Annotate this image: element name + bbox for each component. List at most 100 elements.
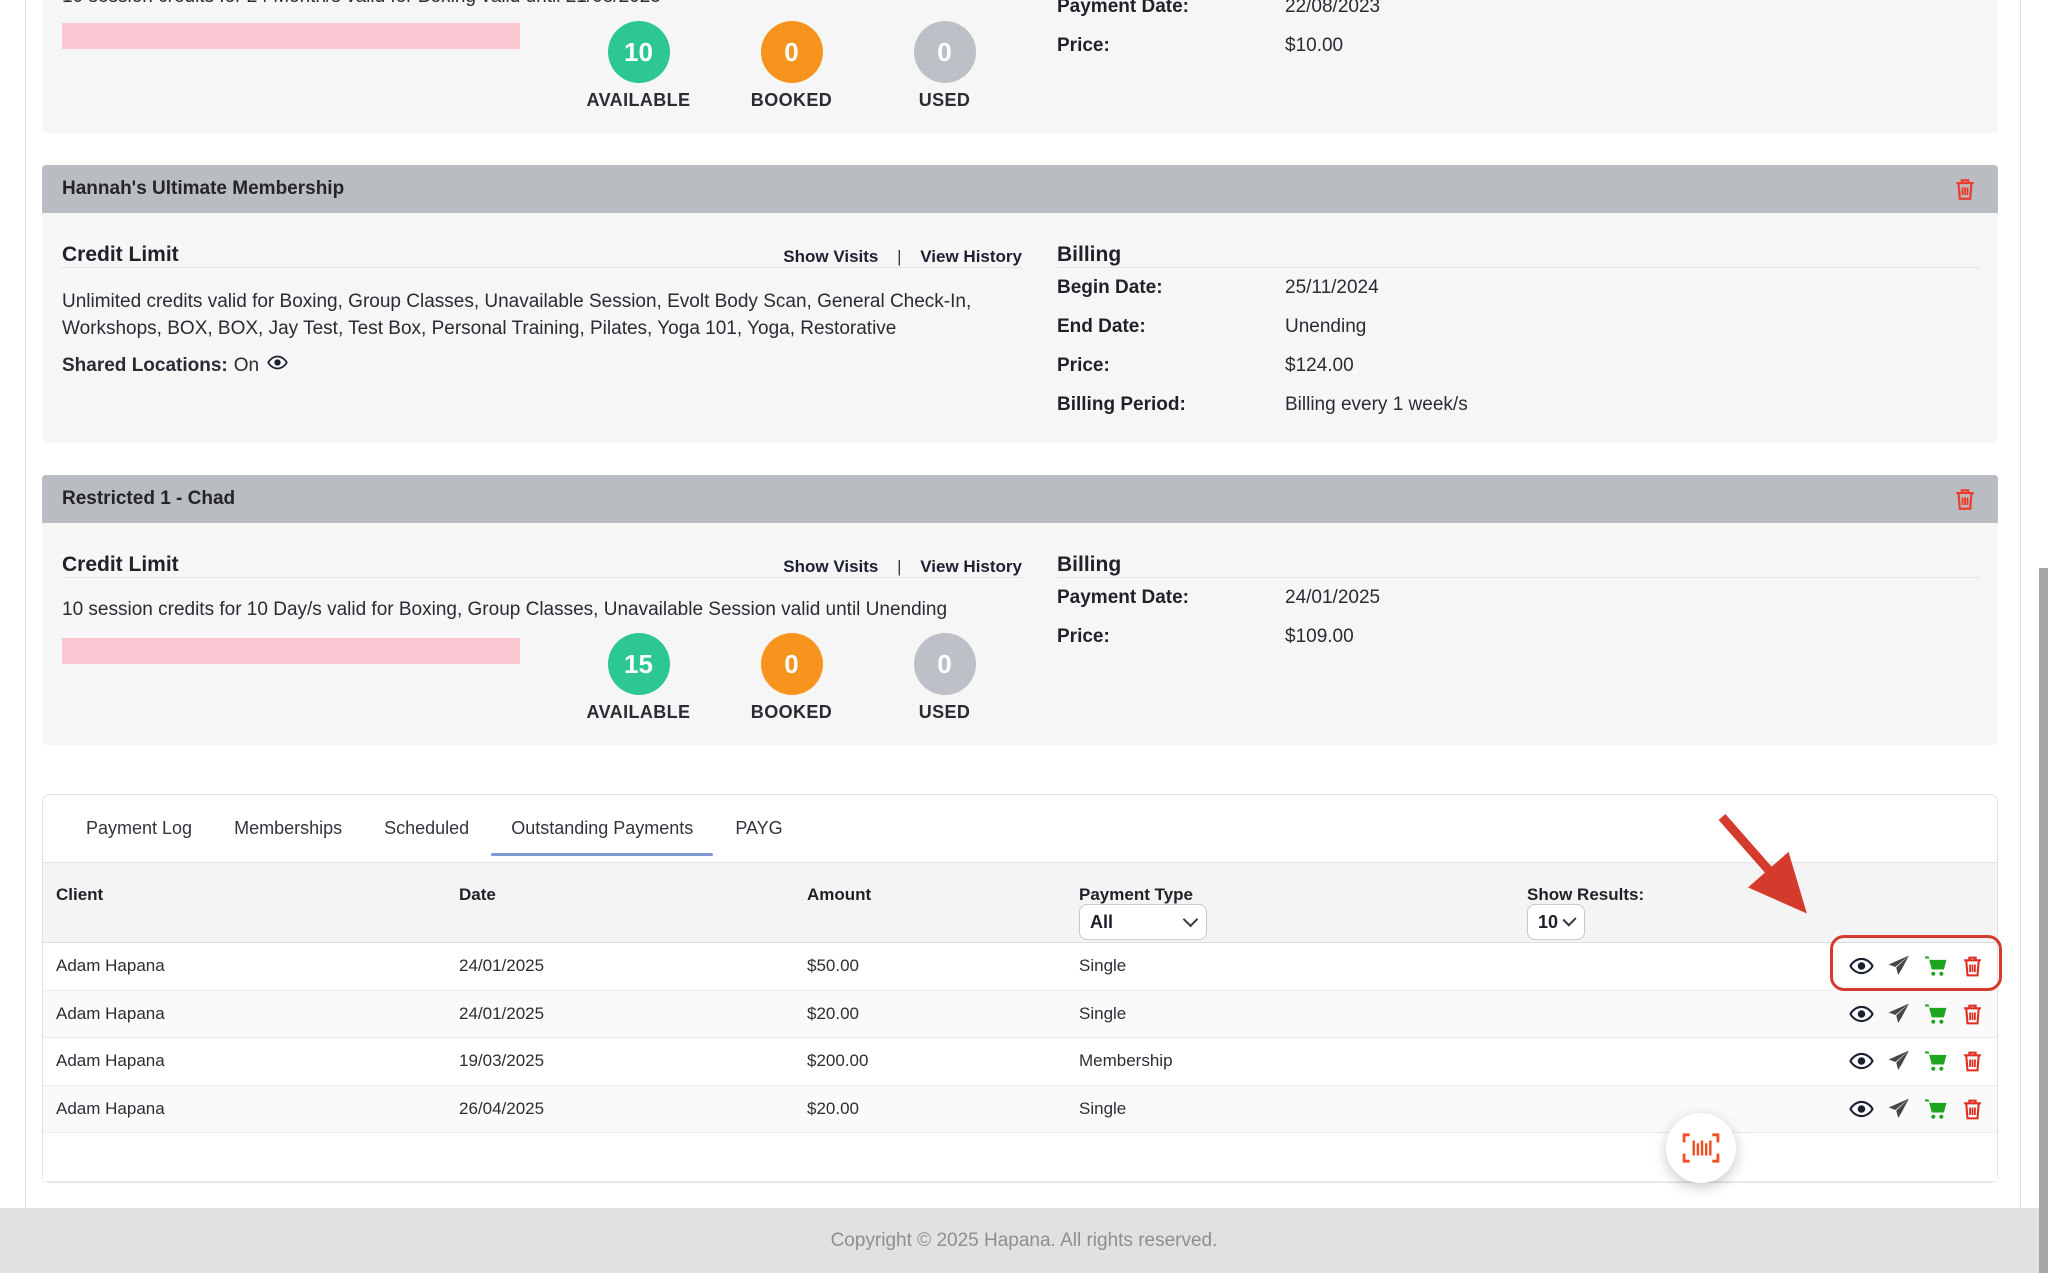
membership-card-hannah: Hannah's Ultimate Membership Credit Limi…	[42, 165, 1998, 443]
link-separator: |	[897, 557, 901, 576]
billing-value: 24/01/2025	[1285, 587, 1380, 609]
tab-scheduled[interactable]: Scheduled	[384, 795, 469, 862]
billing-label: End Date:	[1057, 316, 1285, 338]
chevron-down-icon	[1183, 912, 1199, 928]
billing-label: Begin Date:	[1057, 277, 1285, 299]
delete-membership-icon[interactable]	[1952, 486, 1978, 517]
view-payment-icon[interactable]	[1849, 1001, 1874, 1026]
view-payment-icon[interactable]	[1849, 1096, 1874, 1121]
billing-row: Begin Date: 25/11/2024	[1057, 268, 1980, 307]
barcode-scanner-button[interactable]	[1666, 1113, 1736, 1183]
billing-value: 25/11/2024	[1285, 277, 1379, 299]
cell-amount: $20.00	[807, 1004, 859, 1024]
billing-label: Payment Date:	[1057, 587, 1285, 609]
cell-date: 24/01/2025	[459, 956, 544, 976]
table-row: Adam Hapana 24/01/2025 $50.00 Single	[43, 943, 1997, 991]
billing-label: Payment Date:	[1057, 0, 1285, 18]
column-header-client: Client	[56, 885, 103, 905]
billing-row: End Date: Unending	[1057, 307, 1980, 346]
send-payment-icon[interactable]	[1886, 1096, 1911, 1121]
tab-payment-log[interactable]: Payment Log	[86, 795, 192, 862]
shared-locations-eye-icon[interactable]	[267, 352, 288, 379]
table-row: Adam Hapana 24/01/2025 $20.00 Single	[43, 991, 1997, 1039]
credit-counters: 10 AVAILABLE 0 BOOKED 0 USED	[562, 21, 1021, 111]
used-count: 0	[914, 21, 976, 83]
cart-payment-icon[interactable]	[1923, 1096, 1948, 1121]
page-footer: Copyright © 2025 Hapana. All rights rese…	[0, 1208, 2048, 1273]
billing-value: Unending	[1285, 316, 1366, 338]
table-row: Adam Hapana 19/03/2025 $200.00 Membershi…	[43, 1038, 1997, 1086]
tab-outstanding-payments[interactable]: Outstanding Payments	[511, 795, 693, 862]
credit-limit-heading: Credit Limit	[62, 243, 179, 267]
billing-value: $124.00	[1285, 355, 1354, 377]
credit-description: 10 session credits for 24 Month/s valid …	[62, 0, 661, 10]
credit-progress-bar	[62, 638, 520, 664]
delete-membership-icon[interactable]	[1952, 176, 1978, 207]
cart-payment-icon[interactable]	[1923, 1001, 1948, 1026]
used-label: USED	[919, 702, 971, 723]
membership-card-top: 10 session credits for 24 Month/s valid …	[42, 0, 1998, 133]
used-count: 0	[914, 633, 976, 695]
available-label: AVAILABLE	[587, 702, 691, 723]
payments-tabs: Payment Log Memberships Scheduled Outsta…	[43, 795, 1997, 863]
cell-payment-type: Membership	[1079, 1051, 1173, 1071]
send-payment-icon[interactable]	[1886, 1049, 1911, 1074]
cell-date: 26/04/2025	[459, 1099, 544, 1119]
card-header: Hannah's Ultimate Membership	[42, 165, 1998, 213]
cell-payment-type: Single	[1079, 1099, 1126, 1119]
billing-row: Payment Date: 22/08/2023	[1057, 0, 1980, 26]
credit-counters: 15 AVAILABLE 0 BOOKED 0 USED	[562, 633, 1021, 723]
show-visits-link[interactable]: Show Visits	[783, 247, 878, 266]
column-header-payment-type: Payment Type	[1079, 885, 1193, 905]
memberships-page: 10 session credits for 24 Month/s valid …	[0, 0, 2048, 1273]
tab-memberships[interactable]: Memberships	[234, 795, 342, 862]
cart-payment-icon[interactable]	[1923, 1049, 1948, 1074]
credit-description: Unlimited credits valid for Boxing, Grou…	[62, 288, 1052, 342]
billing-label: Price:	[1057, 355, 1285, 377]
content-right-border	[2020, 0, 2021, 1208]
shared-locations-value: On	[234, 355, 259, 377]
cell-amount: $200.00	[807, 1051, 868, 1071]
show-visits-link[interactable]: Show Visits	[783, 557, 878, 576]
view-payment-icon[interactable]	[1849, 1049, 1874, 1074]
cell-payment-type: Single	[1079, 956, 1126, 976]
view-history-link[interactable]: View History	[920, 247, 1022, 266]
delete-payment-icon[interactable]	[1960, 954, 1985, 979]
billing-value: 22/08/2023	[1285, 0, 1380, 18]
membership-title: Restricted 1 - Chad	[62, 488, 235, 510]
table-header-row: Client Date Amount Payment Type All Show…	[43, 863, 1997, 943]
billing-heading: Billing	[1057, 243, 1121, 267]
credit-progress-bar	[62, 23, 520, 49]
cell-date: 24/01/2025	[459, 1004, 544, 1024]
billing-row: Price: $10.00	[1057, 26, 1980, 65]
column-header-amount: Amount	[807, 885, 871, 905]
billing-row: Billing Period: Billing every 1 week/s	[1057, 385, 1980, 424]
chevron-down-icon	[1562, 912, 1576, 926]
tab-payg[interactable]: PAYG	[735, 795, 782, 862]
billing-label: Price:	[1057, 35, 1285, 57]
copyright-text: Copyright © 2025 Hapana. All rights rese…	[831, 1230, 1218, 1252]
cell-client: Adam Hapana	[56, 1099, 165, 1119]
billing-value: $10.00	[1285, 35, 1343, 57]
payment-type-select[interactable]: All	[1079, 904, 1207, 940]
available-count: 15	[608, 633, 670, 695]
send-payment-icon[interactable]	[1886, 1001, 1911, 1026]
view-history-link[interactable]: View History	[920, 557, 1022, 576]
used-counter: 0 USED	[868, 633, 1021, 723]
link-separator: |	[897, 247, 901, 266]
payment-type-selected-value: All	[1090, 912, 1113, 933]
delete-payment-icon[interactable]	[1960, 1001, 1985, 1026]
billing-label: Billing Period:	[1057, 394, 1285, 416]
delete-payment-icon[interactable]	[1960, 1096, 1985, 1121]
scrollbar-thumb[interactable]	[2039, 568, 2048, 1273]
credit-description: 10 session credits for 10 Day/s valid fo…	[62, 596, 1052, 623]
view-payment-icon[interactable]	[1849, 954, 1874, 979]
delete-payment-icon[interactable]	[1960, 1049, 1985, 1074]
show-results-select[interactable]: 10	[1527, 904, 1585, 940]
cart-payment-icon[interactable]	[1923, 954, 1948, 979]
booked-label: BOOKED	[751, 702, 832, 723]
booked-counter: 0 BOOKED	[715, 633, 868, 723]
send-payment-icon[interactable]	[1886, 954, 1911, 979]
booked-count: 0	[761, 633, 823, 695]
membership-title: Hannah's Ultimate Membership	[62, 178, 344, 200]
